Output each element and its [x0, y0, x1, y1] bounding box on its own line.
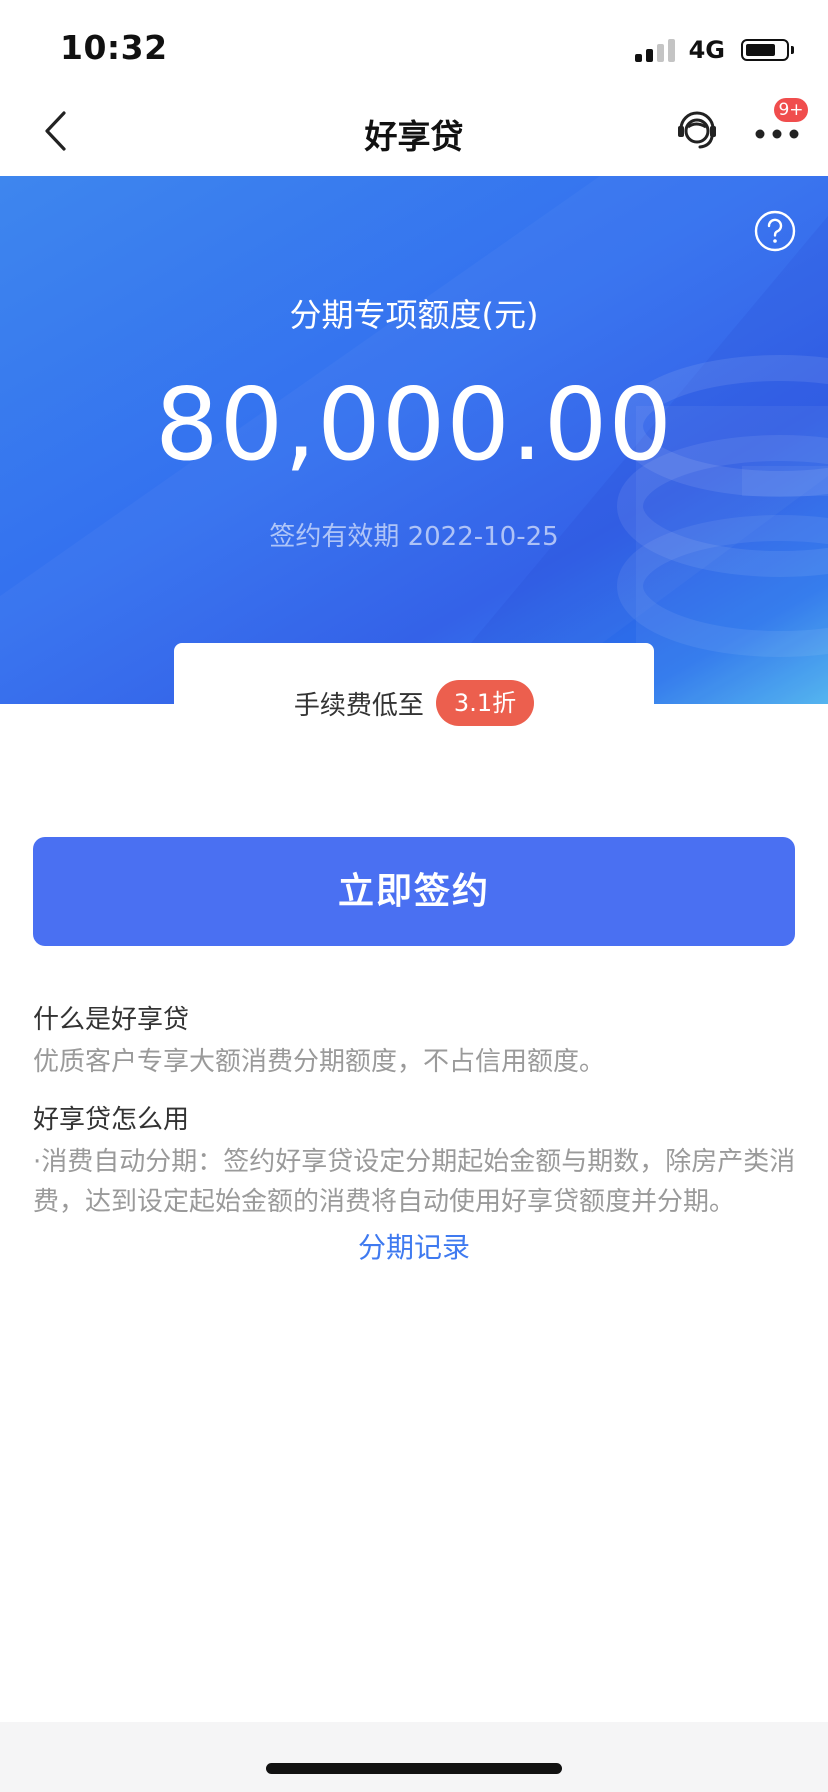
fee-label: 手续费低至 [293, 690, 424, 721]
bottom-area [0, 1722, 828, 1792]
info-section: 什么是好享贷 优质客户专享大额消费分期额度，不占信用额度。 好享贷怎么用 ·消费… [33, 1000, 798, 1222]
home-indicator[interactable] [266, 1763, 562, 1774]
help-icon [754, 210, 796, 252]
notification-badge: 9+ [774, 98, 808, 122]
credit-limit-banner: 分期专项额度(元) 80,000.00 签约有效期 2022-10-25 [0, 176, 828, 704]
status-time: 10:32 [60, 28, 168, 67]
credit-limit-label: 分期专项额度(元) [289, 296, 539, 334]
how-to-use-desc: ·消费自动分期：签约好享贷设定分期起始金额与期数，除房产类消费，达到设定起始金额… [33, 1147, 796, 1217]
installment-records-link[interactable]: 分期记录 [0, 1226, 828, 1266]
fee-discount-tag: 3.1折 [435, 680, 535, 726]
how-to-use-title: 好享贷怎么用 [33, 1105, 190, 1135]
nav-bar: 好享贷 9+ [0, 88, 828, 176]
sign-now-button[interactable]: 立即签约 [33, 837, 795, 946]
battery-cap [791, 46, 794, 54]
help-button[interactable] [754, 210, 796, 252]
battery-icon [741, 39, 789, 61]
status-bar: 10:32 4G [0, 0, 828, 88]
customer-service-icon [678, 111, 716, 149]
credit-limit-amount: 80,000.00 [155, 366, 673, 483]
network-label: 4G [688, 36, 725, 64]
fee-card: 手续费低至 3.1折 [174, 643, 654, 743]
signing-validity: 签约有效期 2022-10-25 [269, 522, 559, 552]
status-indicators: 4G [634, 36, 794, 64]
signal-icon [634, 38, 675, 62]
customer-service-button[interactable] [672, 104, 722, 154]
what-is-desc: 优质客户专享大额消费分期额度，不占信用额度。 [33, 1047, 606, 1077]
fee-row: 手续费低至 3.1折 [174, 680, 654, 726]
what-is-title: 什么是好享贷 [33, 1005, 190, 1035]
